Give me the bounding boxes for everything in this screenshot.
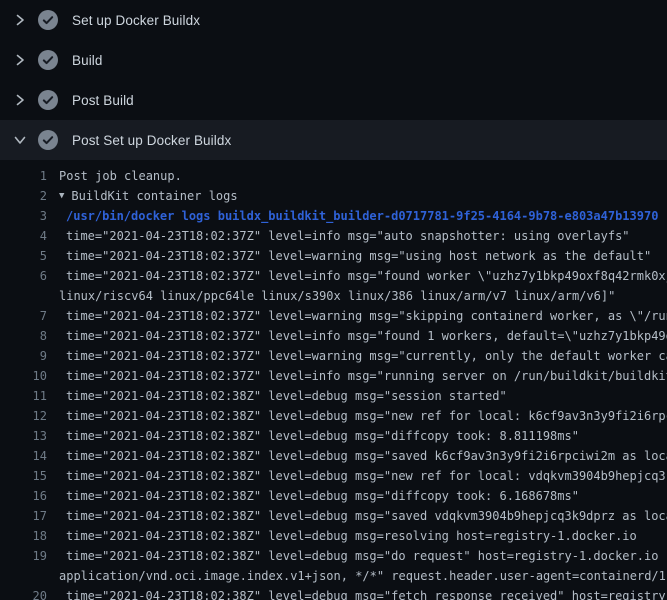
step-title: Post Build bbox=[72, 93, 134, 108]
log-line-number[interactable]: 13 bbox=[0, 426, 47, 446]
log-line-text: application/vnd.oci.image.index.v1+json,… bbox=[47, 566, 667, 586]
log-line-number[interactable]: 2 bbox=[0, 186, 47, 206]
log-line-number[interactable]: 16 bbox=[0, 486, 47, 506]
log-line-text: time="2021-04-23T18:02:37Z" level=info m… bbox=[47, 226, 667, 246]
chevron-icon[interactable] bbox=[12, 132, 28, 148]
step-row-1[interactable]: Set up Docker Buildx bbox=[0, 0, 667, 40]
log-line: 19 ▼ time="2021-04-23T18:02:38Z" level=d… bbox=[0, 546, 667, 566]
step-title: Set up Docker Buildx bbox=[72, 13, 200, 28]
log-line: 3 ▼ /usr/bin/docker logs buildx_buildkit… bbox=[0, 206, 667, 226]
log-line-text: time="2021-04-23T18:02:37Z" level=warnin… bbox=[47, 346, 667, 366]
log-line-text: time="2021-04-23T18:02:37Z" level=info m… bbox=[47, 366, 667, 386]
log-line: 5 ▼ time="2021-04-23T18:02:37Z" level=wa… bbox=[0, 246, 667, 266]
log-line-number[interactable]: 18 bbox=[0, 526, 47, 546]
log-line: 11 ▼ time="2021-04-23T18:02:38Z" level=d… bbox=[0, 386, 667, 406]
log-line-number[interactable]: 12 bbox=[0, 406, 47, 426]
log-line-text: time="2021-04-23T18:02:38Z" level=debug … bbox=[47, 506, 667, 526]
log-line-number[interactable]: 11 bbox=[0, 386, 47, 406]
log-line-text: time="2021-04-23T18:02:38Z" level=debug … bbox=[47, 546, 667, 566]
log-line-number[interactable]: 10 bbox=[0, 366, 47, 386]
log-line-text: time="2021-04-23T18:02:37Z" level=info m… bbox=[47, 266, 667, 286]
log-line: 10 ▼ time="2021-04-23T18:02:37Z" level=i… bbox=[0, 366, 667, 386]
log-line-number[interactable]: 1 bbox=[0, 166, 47, 186]
step-row-4[interactable]: Post Set up Docker Buildx bbox=[0, 120, 667, 160]
check-circle-icon bbox=[38, 130, 58, 150]
log-line-text: Post job cleanup. bbox=[47, 166, 667, 186]
log-line-text: time="2021-04-23T18:02:38Z" level=debug … bbox=[47, 466, 667, 486]
group-toggle-icon[interactable]: ▼ bbox=[47, 186, 64, 206]
log-line: ▼ application/vnd.oci.image.index.v1+jso… bbox=[0, 566, 667, 586]
chevron-icon[interactable] bbox=[12, 92, 28, 108]
log-line-text: time="2021-04-23T18:02:37Z" level=warnin… bbox=[47, 246, 667, 266]
log-line: 2 ▼ BuildKit container logs bbox=[0, 186, 667, 206]
log-line-number[interactable]: 19 bbox=[0, 546, 47, 566]
log-line-text: /usr/bin/docker logs buildx_buildkit_bui… bbox=[47, 206, 667, 226]
job-log-viewer: Set up Docker Buildx Build P bbox=[0, 0, 667, 600]
log-line-text: time="2021-04-23T18:02:38Z" level=debug … bbox=[47, 486, 667, 506]
log-line-number[interactable]: 20 bbox=[0, 586, 47, 600]
log-line-number[interactable]: 8 bbox=[0, 326, 47, 346]
log-line-text: time="2021-04-23T18:02:37Z" level=warnin… bbox=[47, 306, 667, 326]
log-area: 1 ▼ Post job cleanup. 2 ▼ BuildKit conta… bbox=[0, 160, 667, 600]
log-line: 16 ▼ time="2021-04-23T18:02:38Z" level=d… bbox=[0, 486, 667, 506]
log-line: 9 ▼ time="2021-04-23T18:02:37Z" level=wa… bbox=[0, 346, 667, 366]
log-line: 20 ▼ time="2021-04-23T18:02:38Z" level=d… bbox=[0, 586, 667, 600]
log-line: 8 ▼ time="2021-04-23T18:02:37Z" level=in… bbox=[0, 326, 667, 346]
log-line-number[interactable]: 9 bbox=[0, 346, 47, 366]
step-row-3[interactable]: Post Build bbox=[0, 80, 667, 120]
log-line-number[interactable]: 15 bbox=[0, 466, 47, 486]
check-circle-icon bbox=[38, 10, 58, 30]
log-line-text: time="2021-04-23T18:02:38Z" level=debug … bbox=[47, 386, 667, 406]
check-circle-icon bbox=[38, 90, 58, 110]
check-circle-icon bbox=[38, 50, 58, 70]
log-line-text: time="2021-04-23T18:02:38Z" level=debug … bbox=[47, 426, 667, 446]
log-line-number[interactable]: 14 bbox=[0, 446, 47, 466]
log-line-number[interactable]: 3 bbox=[0, 206, 47, 226]
log-line-number[interactable]: 6 bbox=[0, 266, 47, 286]
log-line: 15 ▼ time="2021-04-23T18:02:38Z" level=d… bbox=[0, 466, 667, 486]
chevron-icon[interactable] bbox=[12, 52, 28, 68]
steps-list: Set up Docker Buildx Build P bbox=[0, 0, 667, 160]
log-line: 7 ▼ time="2021-04-23T18:02:37Z" level=wa… bbox=[0, 306, 667, 326]
log-line-text: time="2021-04-23T18:02:37Z" level=info m… bbox=[47, 326, 667, 346]
log-line: 4 ▼ time="2021-04-23T18:02:37Z" level=in… bbox=[0, 226, 667, 246]
chevron-icon[interactable] bbox=[12, 12, 28, 28]
log-line-text: time="2021-04-23T18:02:38Z" level=debug … bbox=[47, 586, 667, 600]
log-line-text: time="2021-04-23T18:02:38Z" level=debug … bbox=[47, 406, 667, 426]
log-line-number[interactable]: 17 bbox=[0, 506, 47, 526]
log-line-text: linux/riscv64 linux/ppc64le linux/s390x … bbox=[47, 286, 667, 306]
log-line: 12 ▼ time="2021-04-23T18:02:38Z" level=d… bbox=[0, 406, 667, 426]
step-row-2[interactable]: Build bbox=[0, 40, 667, 80]
log-line: 17 ▼ time="2021-04-23T18:02:38Z" level=d… bbox=[0, 506, 667, 526]
log-line: ▼ linux/riscv64 linux/ppc64le linux/s390… bbox=[0, 286, 667, 306]
log-line-number[interactable]: 4 bbox=[0, 226, 47, 246]
log-line-number[interactable]: 5 bbox=[0, 246, 47, 266]
log-line: 13 ▼ time="2021-04-23T18:02:38Z" level=d… bbox=[0, 426, 667, 446]
step-title: Build bbox=[72, 53, 103, 68]
log-line-text: time="2021-04-23T18:02:38Z" level=debug … bbox=[47, 446, 667, 466]
log-line: 1 ▼ Post job cleanup. bbox=[0, 166, 667, 186]
log-line-text: BuildKit container logs bbox=[64, 186, 667, 206]
log-line-text: time="2021-04-23T18:02:38Z" level=debug … bbox=[47, 526, 667, 546]
log-line: 18 ▼ time="2021-04-23T18:02:38Z" level=d… bbox=[0, 526, 667, 546]
log-line: 6 ▼ time="2021-04-23T18:02:37Z" level=in… bbox=[0, 266, 667, 286]
log-line: 14 ▼ time="2021-04-23T18:02:38Z" level=d… bbox=[0, 446, 667, 466]
log-line-number[interactable]: 7 bbox=[0, 306, 47, 326]
step-title: Post Set up Docker Buildx bbox=[72, 133, 231, 148]
